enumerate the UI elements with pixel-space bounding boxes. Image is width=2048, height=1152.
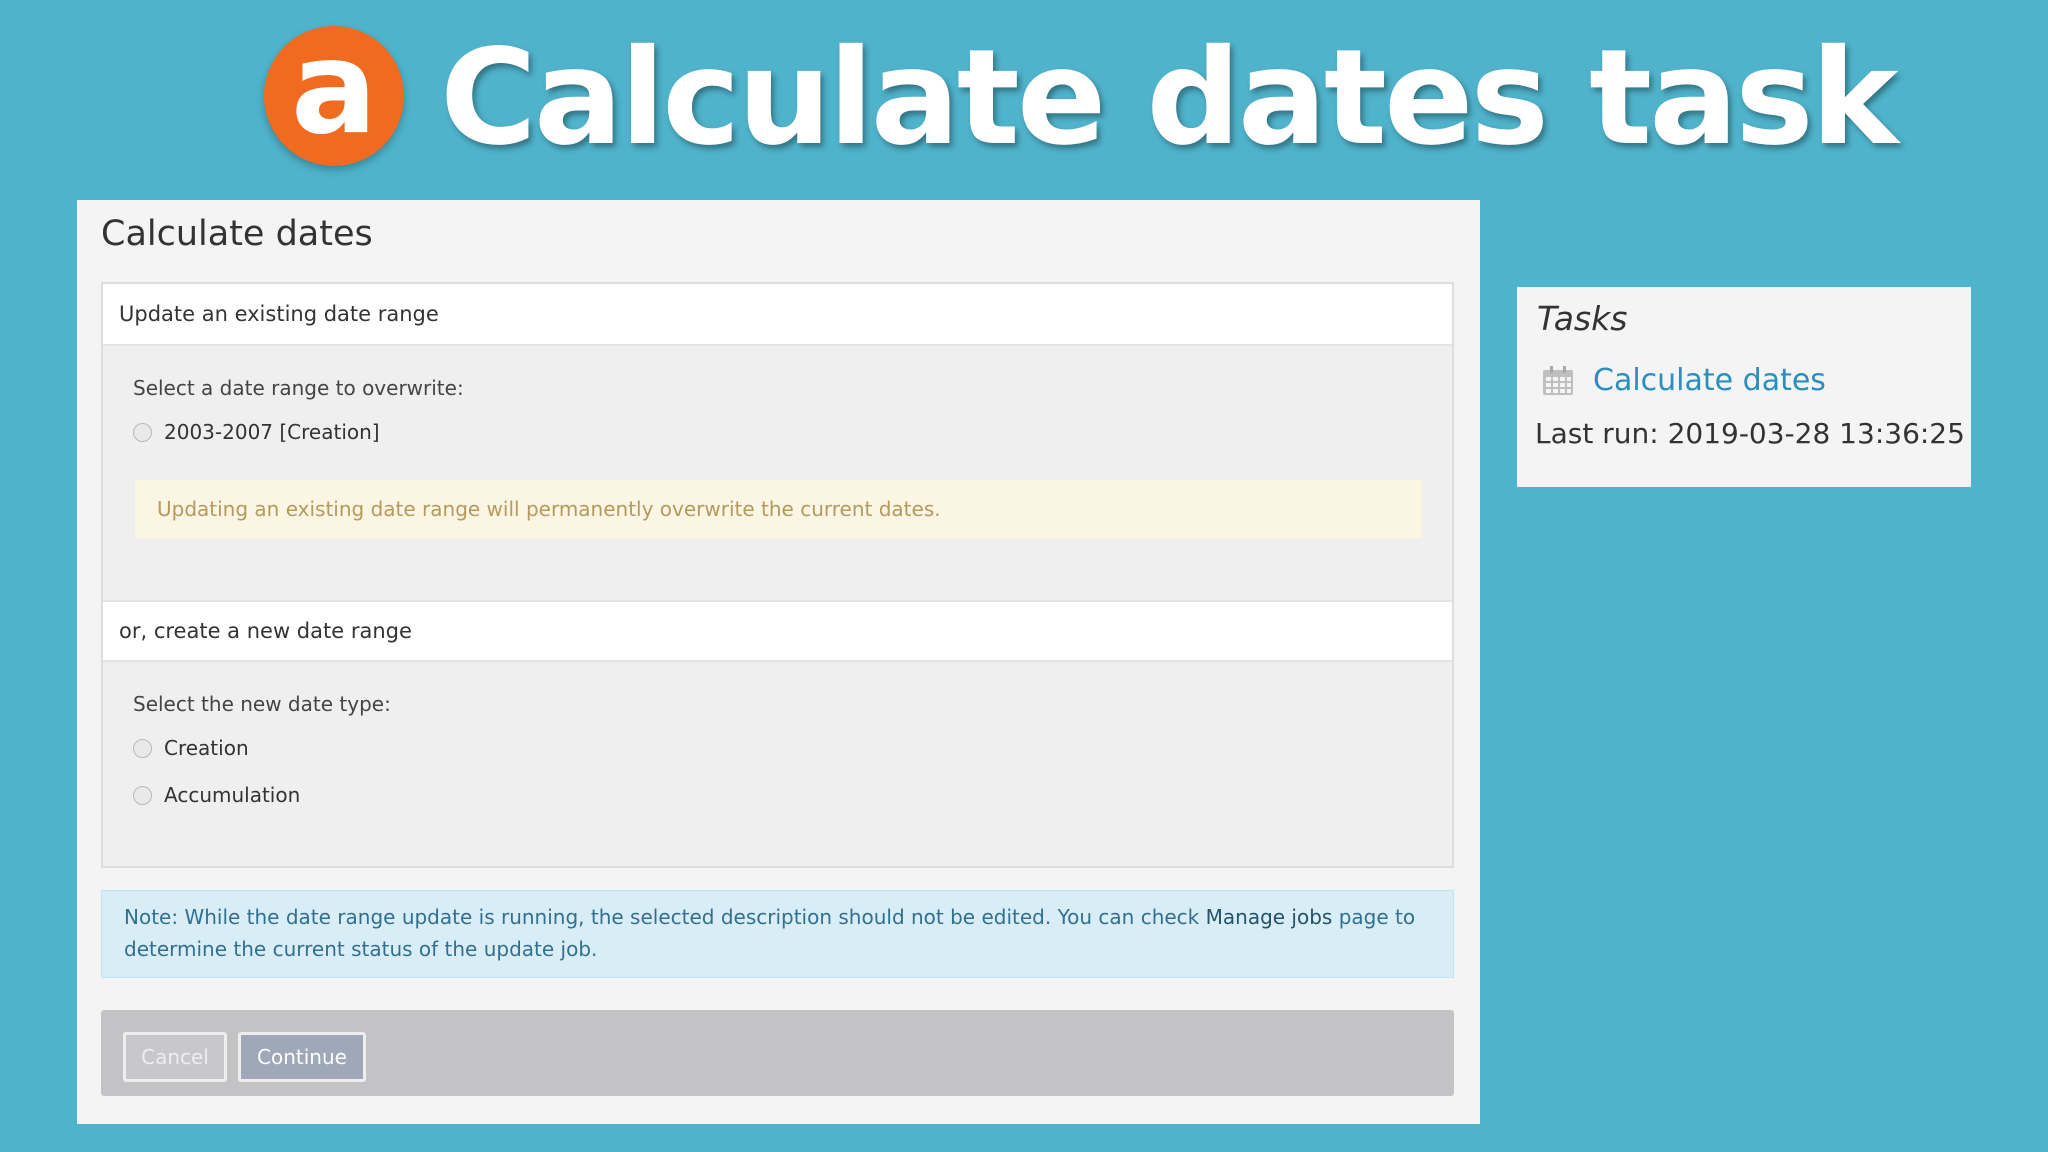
accumulation-option[interactable]: Accumulation [133, 783, 300, 807]
accumulation-option-label: Accumulation [164, 783, 301, 807]
note-text-before: Note: While the date range update is run… [124, 905, 1206, 929]
banner-title: Calculate dates task [440, 21, 1899, 175]
existing-range-option-label: 2003-2007 [Creation] [164, 420, 380, 444]
accumulation-radio[interactable] [133, 785, 152, 805]
overwrite-label: Select a date range to overwrite: [133, 376, 464, 400]
calendar-icon [1543, 365, 1573, 395]
task-calculate-dates[interactable]: Calculate dates [1541, 363, 1826, 398]
date-range-box: Update an existing date range Select a d… [101, 282, 1454, 868]
tasks-title: Tasks [1537, 299, 1628, 338]
task-link-label[interactable]: Calculate dates [1593, 363, 1826, 398]
calculate-dates-panel: Calculate dates Update an existing date … [77, 200, 1480, 1124]
creation-option[interactable]: Creation [133, 736, 249, 760]
continue-button[interactable]: Continue [238, 1032, 366, 1082]
logo-letter: a [290, 14, 378, 163]
new-range-header: or, create a new date range [103, 600, 1452, 662]
creation-radio[interactable] [133, 738, 152, 758]
task-last-run: Last run: 2019-03-28 13:36:25 [1535, 417, 1965, 450]
banner: a Calculate dates task [0, 0, 2048, 190]
new-type-label: Select the new date type: [133, 692, 391, 716]
atom-logo-icon: a [264, 14, 404, 166]
existing-range-option[interactable]: 2003-2007 [Creation] [133, 420, 380, 444]
page-title: Calculate dates [101, 214, 373, 254]
info-note: Note: While the date range update is run… [101, 890, 1454, 978]
tasks-sidebar: Tasks Calculate dates Last run: 2019-03-… [1517, 287, 1971, 487]
existing-range-radio[interactable] [133, 422, 152, 442]
overwrite-warning: Updating an existing date range will per… [135, 480, 1422, 538]
actions-bar: Cancel Continue [101, 1010, 1454, 1096]
manage-jobs-link[interactable]: Manage jobs [1206, 905, 1333, 929]
existing-range-header: Update an existing date range [103, 284, 1452, 346]
creation-option-label: Creation [164, 736, 249, 760]
cancel-button[interactable]: Cancel [123, 1032, 227, 1082]
